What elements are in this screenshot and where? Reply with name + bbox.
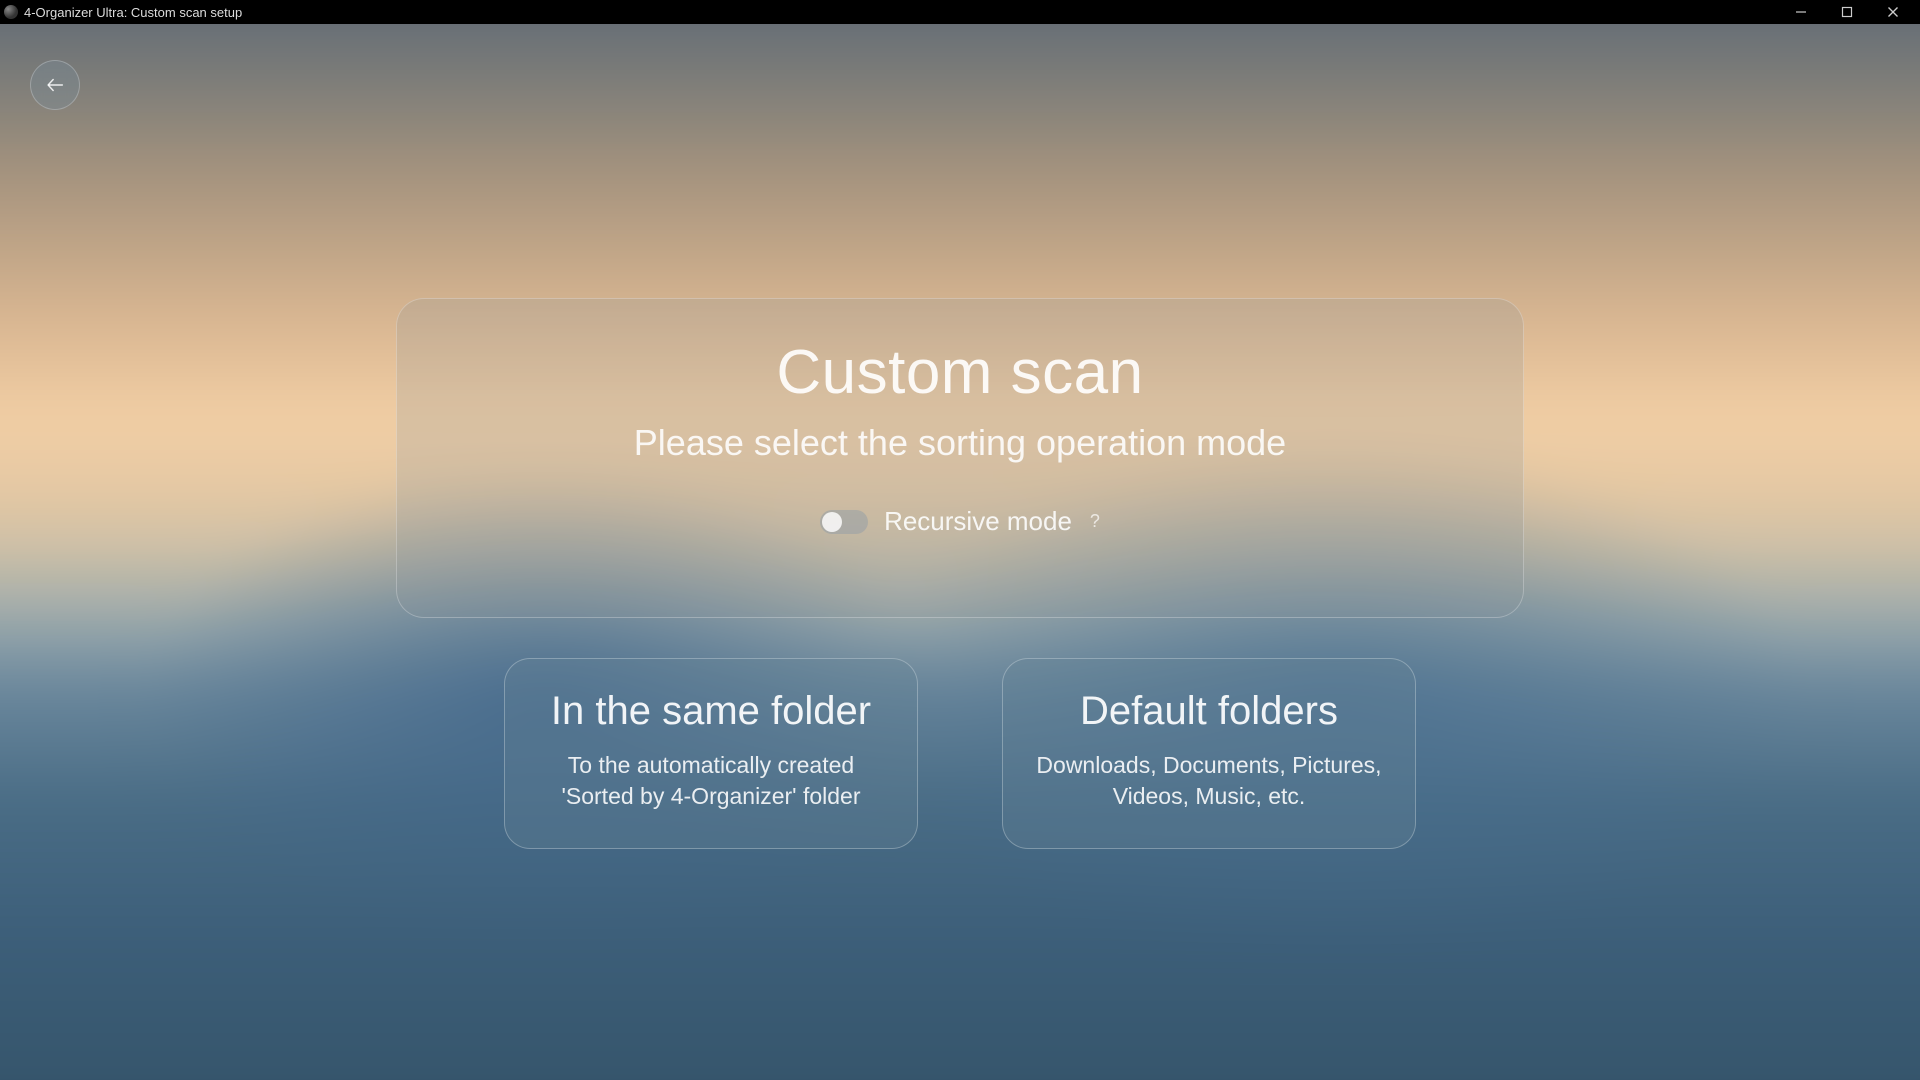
titlebar: 4-Organizer Ultra: Custom scan setup	[0, 0, 1920, 24]
arrow-left-icon	[44, 74, 66, 96]
maximize-button[interactable]	[1824, 0, 1870, 24]
option-default-folders-title: Default folders	[1031, 689, 1387, 734]
recursive-mode-row: Recursive mode ?	[820, 506, 1100, 537]
option-same-folder-title: In the same folder	[533, 689, 889, 734]
option-default-folders-desc: Downloads, Documents, Pictures, Videos, …	[1031, 750, 1387, 812]
maximize-icon	[1841, 6, 1853, 18]
option-same-folder[interactable]: In the same folder To the automatically …	[504, 658, 918, 849]
option-default-folders[interactable]: Default folders Downloads, Documents, Pi…	[1002, 658, 1416, 849]
close-icon	[1887, 6, 1899, 18]
app-icon	[4, 5, 18, 19]
viewport: Custom scan Please select the sorting op…	[0, 24, 1920, 1080]
window-controls	[1778, 0, 1916, 24]
minimize-button[interactable]	[1778, 0, 1824, 24]
close-button[interactable]	[1870, 0, 1916, 24]
option-same-folder-desc: To the automatically created 'Sorted by …	[533, 750, 889, 812]
main-card: Custom scan Please select the sorting op…	[396, 298, 1524, 618]
help-icon[interactable]: ?	[1090, 511, 1100, 532]
window-title: 4-Organizer Ultra: Custom scan setup	[24, 5, 242, 20]
toggle-knob	[822, 512, 842, 532]
page-title: Custom scan	[776, 337, 1143, 408]
page-subtitle: Please select the sorting operation mode	[634, 422, 1286, 464]
titlebar-left: 4-Organizer Ultra: Custom scan setup	[4, 5, 242, 20]
minimize-icon	[1795, 6, 1807, 18]
recursive-mode-label: Recursive mode	[884, 506, 1072, 537]
recursive-mode-toggle[interactable]	[820, 510, 868, 534]
back-button[interactable]	[30, 60, 80, 110]
options-row: In the same folder To the automatically …	[504, 658, 1416, 849]
content-stage: Custom scan Please select the sorting op…	[0, 24, 1920, 1080]
